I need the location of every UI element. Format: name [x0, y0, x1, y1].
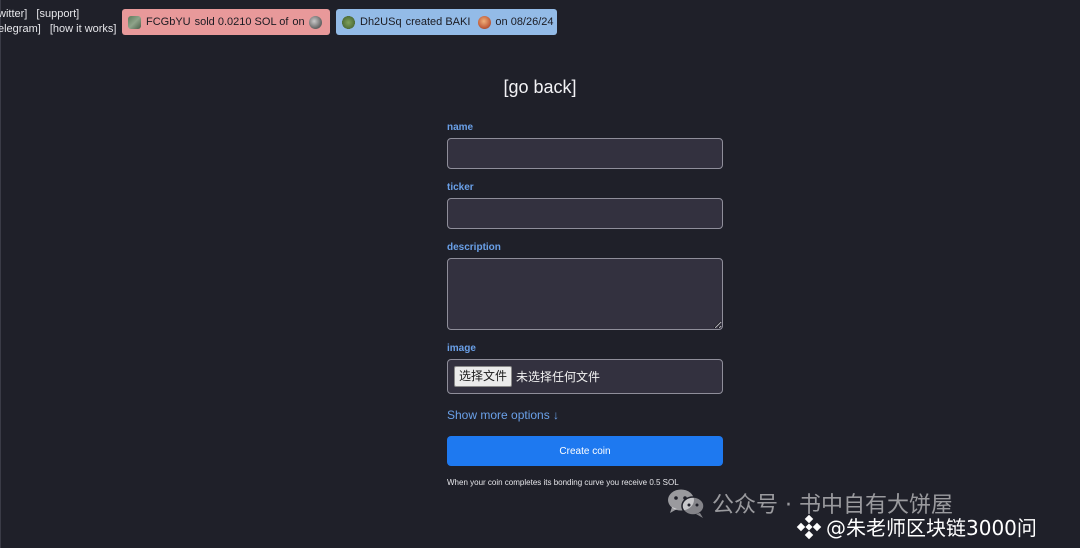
go-back-link[interactable]: [go back]: [0, 77, 1080, 98]
top-nav: witter] [support] elegram] [how it works…: [0, 7, 123, 37]
description-textarea[interactable]: [447, 258, 723, 330]
ticker-action: created BAKI: [405, 16, 471, 28]
wechat-icon: [668, 489, 705, 518]
top-nav-row-1: witter] [support]: [0, 7, 123, 22]
how-it-works-link[interactable]: [how it works]: [50, 23, 117, 35]
ticker-suffix: on: [292, 16, 305, 28]
user-avatar-icon: [342, 15, 355, 29]
ticker-suffix: on 08/26/24: [495, 16, 554, 28]
image-file-input[interactable]: 选择文件 未选择任何文件: [447, 359, 723, 394]
twitter-link[interactable]: witter]: [0, 8, 27, 20]
user-avatar-icon: [128, 15, 141, 29]
support-link[interactable]: [support]: [36, 8, 79, 20]
description-label: description: [447, 242, 501, 253]
telegram-link[interactable]: elegram]: [0, 23, 41, 35]
sell-activity-ticker[interactable]: FCGbYU sold 0.0210 SOL of on: [122, 9, 330, 35]
create-activity-ticker[interactable]: Dh2USq created BAKI on 08/26/24: [336, 9, 557, 35]
create-coin-button[interactable]: Create coin: [447, 436, 723, 466]
show-more-options-link[interactable]: Show more options ↓: [447, 408, 559, 422]
ticker-input[interactable]: [447, 198, 723, 229]
coin-avatar-icon: [308, 15, 322, 29]
watermark-text-2: @朱老师区块链3000问: [826, 516, 1037, 540]
create-coin-form: name ticker description image 选择文件 未选择任何…: [447, 122, 723, 487]
choose-file-button[interactable]: 选择文件: [454, 366, 513, 387]
ticker-action: sold 0.0210 SOL of: [194, 16, 289, 28]
binance-logo-icon: [796, 514, 822, 539]
ticker-user: FCGbYU: [146, 16, 191, 28]
image-label: image: [447, 343, 476, 354]
ticker-label: ticker: [447, 182, 474, 193]
top-nav-row-2: elegram] [how it works]: [0, 22, 123, 37]
coin-avatar-icon: [478, 15, 492, 29]
ticker-user: Dh2USq: [360, 16, 402, 28]
name-input[interactable]: [447, 138, 723, 169]
watermark-line-2: @朱老师区块链3000问: [796, 512, 1037, 541]
file-status-text: 未选择任何文件: [516, 370, 601, 384]
bonding-curve-note: When your coin completes its bonding cur…: [447, 478, 679, 487]
name-label: name: [447, 122, 474, 133]
page: witter] [support] elegram] [how it works…: [0, 0, 1080, 548]
